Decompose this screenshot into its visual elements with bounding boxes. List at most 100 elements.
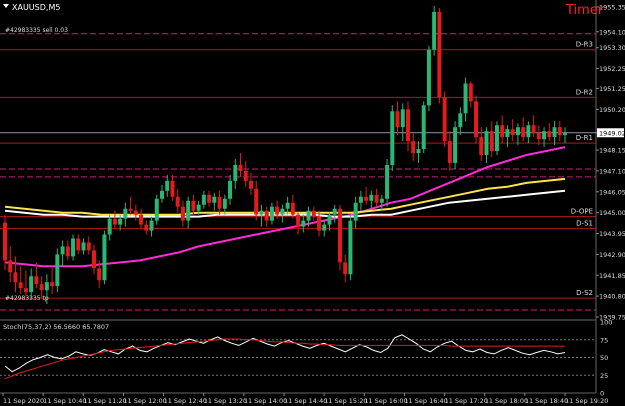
candle-body[interactable] bbox=[107, 218, 112, 235]
candle-body[interactable] bbox=[421, 105, 426, 150]
candle-body[interactable] bbox=[123, 208, 128, 219]
candle-body[interactable] bbox=[337, 208, 342, 263]
candle-body[interactable] bbox=[379, 198, 384, 203]
candle-body[interactable] bbox=[290, 202, 295, 215]
candle-body[interactable] bbox=[280, 208, 285, 215]
candle-body[interactable] bbox=[484, 131, 489, 156]
candle-body[interactable] bbox=[81, 242, 86, 251]
candle-body[interactable] bbox=[238, 164, 243, 171]
candle-body[interactable] bbox=[29, 276, 34, 293]
candle-body[interactable] bbox=[463, 83, 468, 114]
candle-body[interactable] bbox=[175, 196, 180, 207]
candle-body[interactable] bbox=[563, 133, 567, 136]
candle-body[interactable] bbox=[170, 180, 175, 197]
candle-body[interactable] bbox=[547, 131, 552, 138]
candle-body[interactable] bbox=[154, 198, 159, 221]
candle-body[interactable] bbox=[474, 101, 479, 138]
candle-body[interactable] bbox=[39, 284, 44, 291]
candle-body[interactable] bbox=[515, 127, 520, 136]
candle-body[interactable] bbox=[343, 262, 348, 275]
candle-body[interactable] bbox=[191, 200, 196, 211]
candle-body[interactable] bbox=[505, 129, 510, 138]
candle-body[interactable] bbox=[212, 196, 217, 203]
candle-body[interactable] bbox=[353, 202, 358, 221]
candle-body[interactable] bbox=[426, 49, 431, 106]
candle-body[interactable] bbox=[500, 125, 505, 138]
candle-body[interactable] bbox=[275, 206, 280, 215]
candle-body[interactable] bbox=[18, 282, 23, 289]
candle-body[interactable] bbox=[264, 210, 269, 221]
candle-body[interactable] bbox=[186, 200, 191, 221]
candle-body[interactable] bbox=[86, 242, 91, 251]
candle-body[interactable] bbox=[207, 194, 212, 203]
candle-body[interactable] bbox=[385, 164, 390, 199]
candle-body[interactable] bbox=[13, 272, 18, 283]
candle-body[interactable] bbox=[34, 276, 39, 285]
candle-body[interactable] bbox=[196, 204, 201, 211]
candle-body[interactable] bbox=[348, 220, 353, 275]
candle-body[interactable] bbox=[494, 125, 499, 152]
candle-body[interactable] bbox=[405, 109, 410, 142]
candle-body[interactable] bbox=[285, 202, 290, 209]
candle-body[interactable] bbox=[395, 111, 400, 128]
candle-body[interactable] bbox=[322, 224, 327, 231]
candle-body[interactable] bbox=[453, 127, 458, 163]
candle-body[interactable] bbox=[552, 127, 557, 138]
candle-body[interactable] bbox=[149, 220, 154, 231]
candle-body[interactable] bbox=[180, 206, 185, 221]
candle-body[interactable] bbox=[91, 250, 96, 269]
candle-body[interactable] bbox=[468, 83, 473, 102]
candle-body[interactable] bbox=[374, 194, 379, 203]
candle-body[interactable] bbox=[160, 190, 165, 199]
candle-body[interactable] bbox=[259, 210, 264, 215]
candle-body[interactable] bbox=[76, 238, 81, 251]
candle-body[interactable] bbox=[301, 220, 306, 227]
candle-body[interactable] bbox=[327, 214, 332, 225]
candle-body[interactable] bbox=[369, 194, 374, 201]
candle-body[interactable] bbox=[332, 208, 337, 215]
candle-body[interactable] bbox=[531, 125, 536, 134]
candle-body[interactable] bbox=[217, 196, 222, 209]
candle-body[interactable] bbox=[248, 180, 253, 189]
candle-body[interactable] bbox=[416, 149, 421, 154]
candle-body[interactable] bbox=[65, 246, 70, 257]
candle-body[interactable] bbox=[44, 282, 49, 291]
candle-body[interactable] bbox=[536, 133, 541, 140]
candle-body[interactable] bbox=[364, 196, 369, 201]
candle-body[interactable] bbox=[243, 170, 248, 181]
candle-body[interactable] bbox=[133, 210, 138, 215]
candle-body[interactable] bbox=[50, 282, 55, 287]
candle-body[interactable] bbox=[432, 11, 437, 50]
candle-body[interactable] bbox=[228, 180, 233, 199]
candle-body[interactable] bbox=[479, 137, 484, 156]
candle-body[interactable] bbox=[296, 214, 301, 227]
candle-body[interactable] bbox=[112, 218, 117, 225]
candle-body[interactable] bbox=[128, 208, 133, 211]
candle-body[interactable] bbox=[201, 194, 206, 205]
candle-body[interactable] bbox=[23, 288, 28, 293]
candle-body[interactable] bbox=[510, 129, 515, 136]
candle-body[interactable] bbox=[102, 234, 107, 281]
candle-body[interactable] bbox=[97, 268, 102, 281]
candle-body[interactable] bbox=[447, 141, 452, 163]
candle-body[interactable] bbox=[165, 180, 170, 191]
candle-body[interactable] bbox=[222, 198, 227, 209]
candle-body[interactable] bbox=[269, 206, 274, 221]
candle-body[interactable] bbox=[542, 131, 547, 140]
candle-body[interactable] bbox=[526, 125, 531, 138]
candle-body[interactable] bbox=[442, 97, 447, 142]
candle-body[interactable] bbox=[358, 196, 363, 203]
candle-body[interactable] bbox=[390, 111, 395, 165]
candle-body[interactable] bbox=[311, 210, 316, 217]
candle-body[interactable] bbox=[233, 164, 238, 181]
candle-body[interactable] bbox=[557, 127, 562, 136]
candle-body[interactable] bbox=[317, 216, 322, 231]
candle-body[interactable] bbox=[60, 246, 65, 255]
trading-chart[interactable]: D-R3 D-R2 D-R1 D-OPE D-S1 D-S2 #42983335 sell … bbox=[0, 0, 625, 406]
candle-body[interactable] bbox=[411, 141, 416, 154]
candle-body[interactable] bbox=[55, 254, 60, 287]
candle-body[interactable] bbox=[458, 113, 463, 128]
candle-body[interactable] bbox=[144, 224, 149, 231]
candle-body[interactable] bbox=[437, 11, 442, 98]
candle-body[interactable] bbox=[521, 127, 526, 138]
